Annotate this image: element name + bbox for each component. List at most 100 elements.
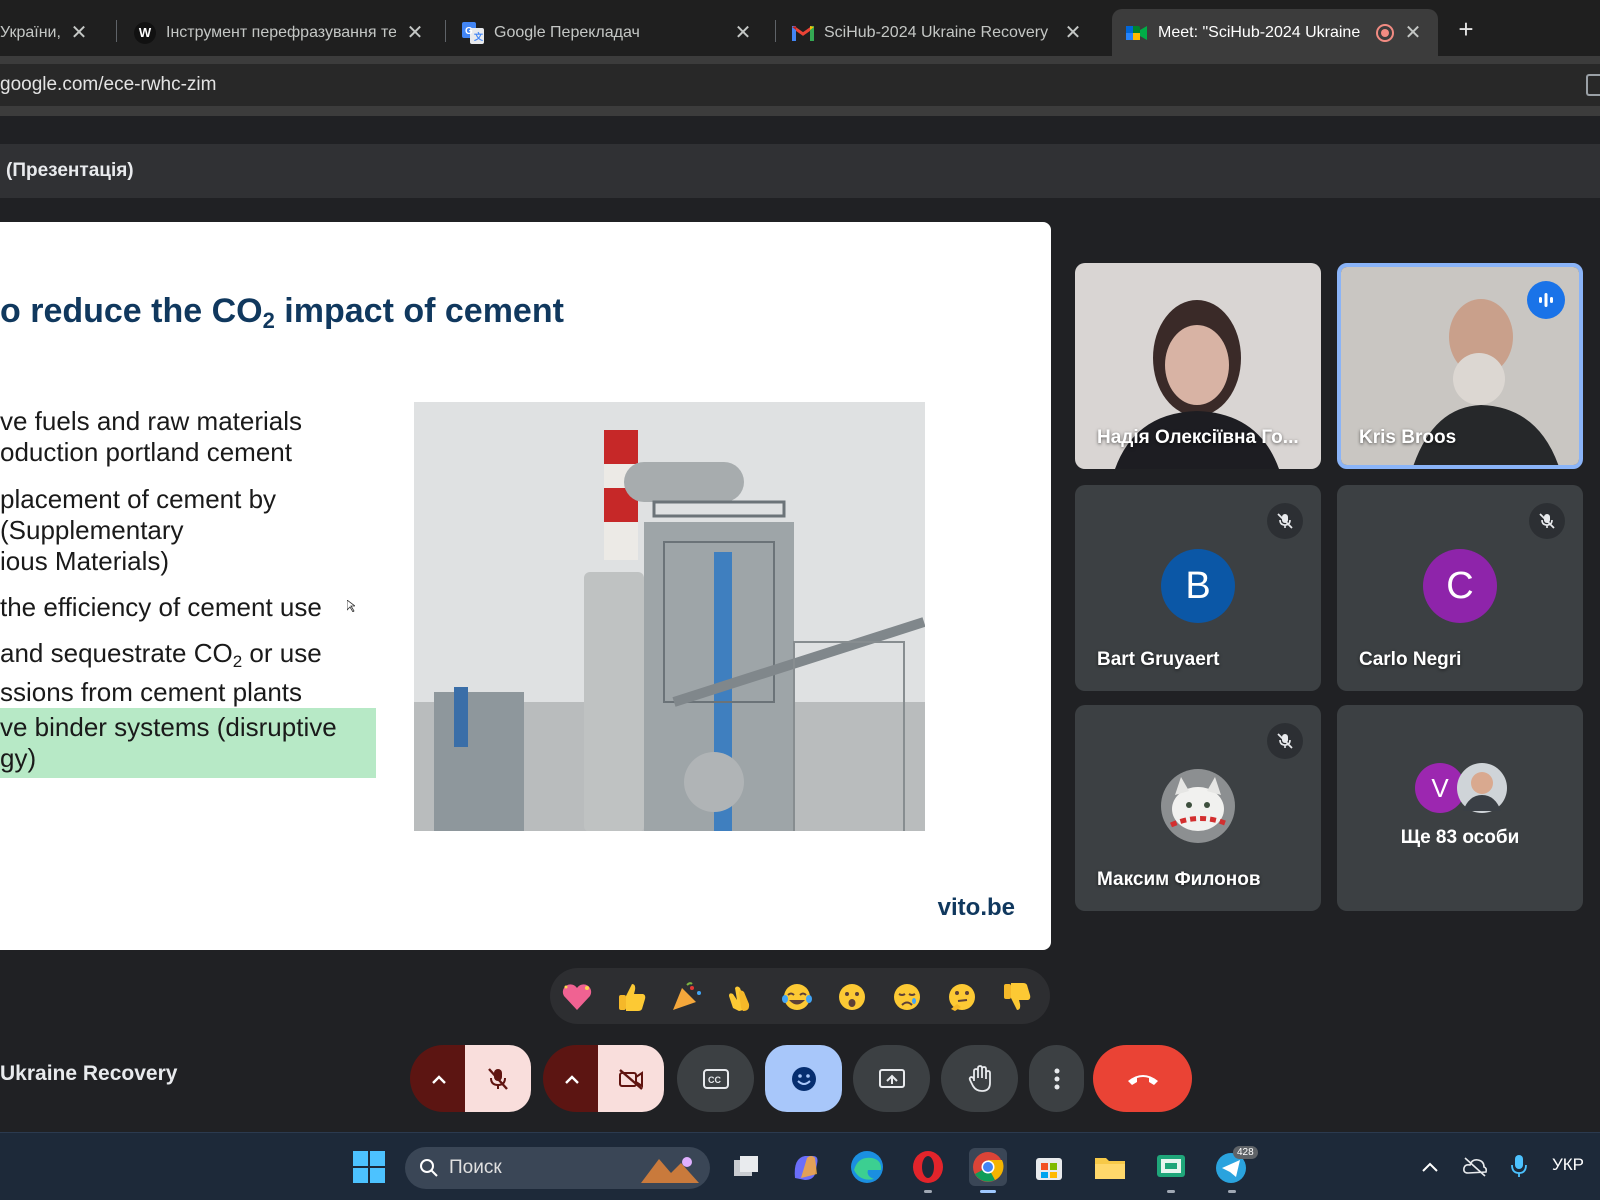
remote-desktop-icon[interactable] (1152, 1148, 1190, 1186)
translate-page-icon[interactable] (1586, 74, 1600, 96)
video-options-button[interactable] (543, 1045, 601, 1112)
browser-tab-strip: України, с ✕ W Інструмент перефразування… (0, 0, 1600, 56)
bullet-line: (Supplementary (0, 515, 184, 545)
slide-title: o reduce the CO2 impact of cement (0, 292, 564, 334)
new-tab-button[interactable]: + (1450, 14, 1482, 46)
slide-bullet-4: and sequestrate CO2 or use ssions from c… (0, 638, 322, 708)
bullet-subscript: 2 (232, 652, 243, 671)
slide-footer: vito.be (937, 894, 1015, 921)
more-options-button[interactable] (1029, 1045, 1084, 1112)
more-participants-tile[interactable]: V Ще 83 особи (1337, 705, 1583, 911)
tab-ukraine[interactable]: України, с ✕ (0, 9, 104, 56)
tab-google-meet[interactable]: Meet: "SciHub-2024 Ukraine ✕ (1112, 9, 1438, 56)
microphone-icon[interactable] (1510, 1153, 1528, 1179)
participant-tile-active-speaker[interactable]: Kris Broos (1337, 263, 1583, 469)
chrome-browser-icon[interactable] (969, 1148, 1007, 1186)
close-icon[interactable]: ✕ (68, 20, 90, 45)
tab-gmail[interactable]: SciHub-2024 Ukraine Recovery ✕ (778, 9, 1098, 56)
taskbar-search-box[interactable]: Поиск (405, 1147, 710, 1189)
astonished-face-icon[interactable] (835, 982, 869, 1012)
leave-call-button[interactable] (1093, 1045, 1192, 1112)
slide-bullet-3: the efficiency of cement use (0, 592, 322, 623)
camera-toggle-button[interactable] (598, 1045, 664, 1112)
svg-text:文: 文 (473, 31, 484, 42)
gmail-icon (792, 22, 814, 44)
participant-tile[interactable]: Надія Олексіївна Го... (1075, 263, 1321, 469)
participant-tile[interactable]: C Carlo Negri (1337, 485, 1583, 691)
url-text: google.com/ece-rwhc-zim (0, 74, 217, 95)
running-indicator (1228, 1190, 1236, 1193)
present-screen-icon (878, 1068, 905, 1088)
tab-google-translate[interactable]: G文 Google Перекладач ✕ (448, 9, 768, 56)
participant-name: Максим Филонов (1097, 869, 1261, 890)
bullet-line: gy) (0, 743, 37, 773)
raise-hand-button[interactable] (941, 1045, 1018, 1112)
camera-off-icon (619, 1068, 643, 1090)
thumbs-up-icon[interactable] (615, 982, 649, 1012)
search-highlight-icon (641, 1157, 699, 1183)
tab-title: SciHub-2024 Ukraine Recovery (824, 23, 1049, 41)
windows-taskbar: Поиск 428 УКР (0, 1132, 1600, 1200)
slide-title-part: o reduce the CO (0, 292, 263, 330)
crying-face-icon[interactable] (890, 982, 924, 1012)
running-indicator (924, 1190, 932, 1193)
shared-slide: o reduce the CO2 impact of cement ve fue… (0, 222, 1051, 950)
participant-tile[interactable]: Максим Филонов (1075, 705, 1321, 911)
close-icon[interactable]: ✕ (732, 20, 754, 45)
present-screen-button[interactable] (853, 1045, 930, 1112)
search-icon (420, 1159, 438, 1177)
thumbs-down-icon[interactable] (1000, 982, 1034, 1012)
cement-plant-photo (414, 402, 925, 831)
file-explorer-icon[interactable] (1091, 1148, 1129, 1186)
participant-tile[interactable]: B Bart Gruyaert (1075, 485, 1321, 691)
chevron-up-icon (565, 1074, 579, 1084)
bullet-line: ious Materials) (0, 546, 170, 576)
opera-browser-icon[interactable] (909, 1148, 947, 1186)
address-bar[interactable]: google.com/ece-rwhc-zim (0, 64, 1600, 106)
reactions-bar (550, 968, 1050, 1024)
tab-paraphrase-tool[interactable]: W Інструмент перефразування те ✕ (120, 9, 440, 56)
microsoft-store-icon[interactable] (1030, 1148, 1068, 1186)
task-view-icon[interactable] (726, 1148, 764, 1186)
end-call-icon (1127, 1074, 1158, 1085)
microphone-toggle-button[interactable] (465, 1045, 531, 1112)
bullet-text: or use (242, 638, 322, 668)
svg-text:CC: CC (708, 1075, 721, 1085)
participant-name: Carlo Negri (1359, 649, 1462, 670)
bullet-line: placement of cement by (0, 484, 277, 514)
microphone-off-icon (488, 1067, 508, 1090)
microphone-muted-icon (1267, 503, 1303, 539)
language-indicator[interactable]: УКР (1552, 1155, 1584, 1175)
avatar-cat-photo (1161, 769, 1235, 843)
slide-title-part: impact of cement (274, 292, 564, 330)
captions-button[interactable]: CC (677, 1045, 754, 1112)
tab-title: Google Перекладач (494, 23, 640, 41)
copilot-icon[interactable] (787, 1148, 825, 1186)
party-popper-icon[interactable] (670, 982, 704, 1012)
participant-name: Bart Gruyaert (1097, 649, 1220, 670)
reactions-button[interactable] (765, 1045, 842, 1112)
telegram-icon[interactable]: 428 (1213, 1146, 1258, 1186)
paraphrase-tool-icon: W (134, 21, 156, 44)
close-icon[interactable]: ✕ (1402, 20, 1424, 45)
clapping-hands-icon[interactable] (725, 982, 759, 1012)
audio-options-button[interactable] (410, 1045, 468, 1112)
cloud-offline-icon[interactable] (1462, 1155, 1488, 1177)
presentation-header: (Презентація) (0, 144, 1600, 198)
close-icon[interactable]: ✕ (1062, 20, 1084, 45)
more-participants-count: Ще 83 особи (1400, 827, 1520, 848)
windows-start-icon[interactable] (352, 1150, 386, 1184)
tears-of-joy-icon[interactable] (780, 982, 814, 1012)
avatar-photo (1457, 763, 1507, 813)
google-meet-icon (1126, 22, 1148, 44)
close-icon[interactable]: ✕ (404, 20, 426, 45)
sparkling-heart-icon[interactable] (560, 982, 594, 1012)
edge-browser-icon[interactable] (848, 1148, 886, 1186)
slide-bullet-2: placement of cement by (Supplementary io… (0, 484, 276, 577)
thinking-face-icon[interactable] (945, 982, 979, 1012)
smiley-face-icon (791, 1066, 816, 1091)
slide-title-subscript: 2 (262, 308, 275, 333)
microphone-muted-icon (1267, 723, 1303, 759)
bullet-line: ve binder systems (disruptive (0, 712, 337, 742)
chevron-up-icon[interactable] (1420, 1157, 1440, 1177)
